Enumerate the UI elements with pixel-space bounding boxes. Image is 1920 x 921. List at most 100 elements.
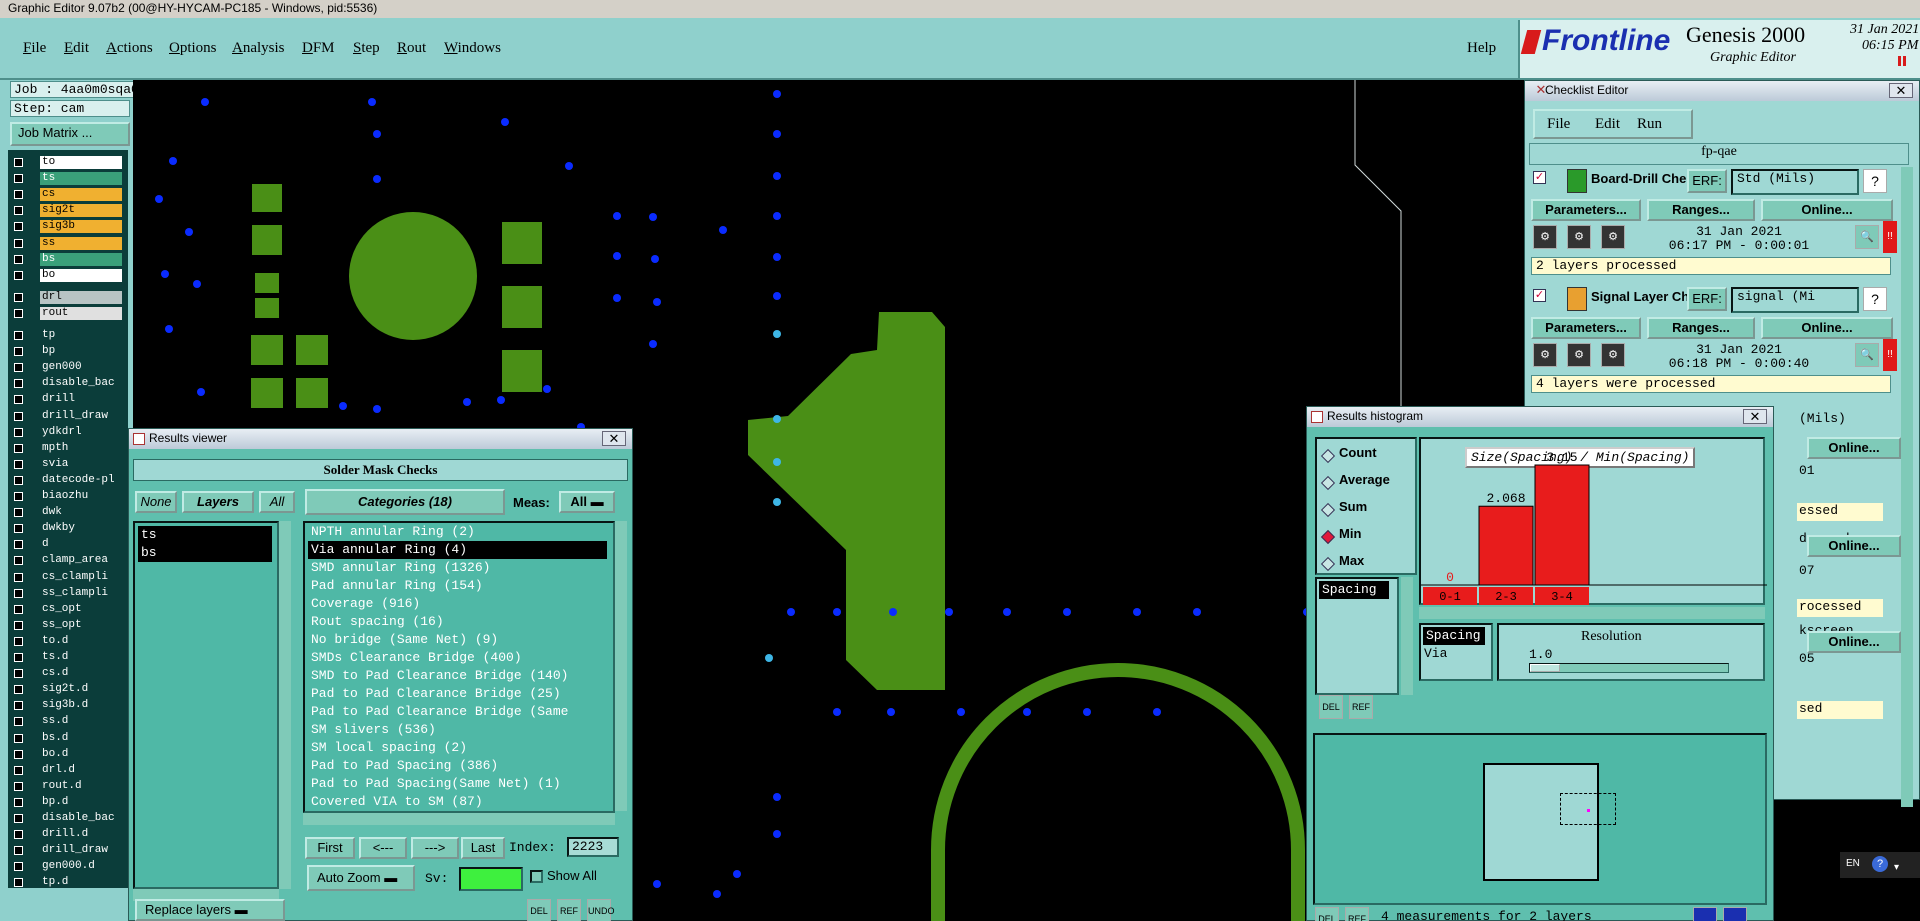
list-item[interactable]: ts <box>138 526 272 544</box>
online-button[interactable]: Online... <box>1761 317 1893 339</box>
layer-checkbox[interactable] <box>14 158 23 167</box>
category-list[interactable]: NPTH annular Ring (2) Via annular Ring (4… <box>303 521 615 813</box>
layer-checkbox[interactable] <box>14 878 23 888</box>
index-input[interactable]: 2223 <box>567 837 619 857</box>
measure-list[interactable]: Spacing <box>1315 577 1399 695</box>
layer-checkbox[interactable] <box>14 492 23 501</box>
layers-icon[interactable] <box>1723 907 1747 921</box>
layer-checkbox[interactable] <box>14 206 23 216</box>
layer-checkbox[interactable] <box>14 395 23 405</box>
layer-checkbox[interactable] <box>14 604 23 614</box>
none-button[interactable]: None <box>135 491 177 513</box>
close-icon[interactable]: ✕ <box>602 431 626 446</box>
category-item[interactable]: Covered VIA to SM (87) <box>308 793 613 811</box>
histogram-scrollbar[interactable] <box>1419 607 1765 619</box>
tray-menu-icon[interactable]: ▾ <box>1894 862 1899 873</box>
online-button[interactable]: Online... <box>1761 199 1893 221</box>
layer-checkbox[interactable] <box>14 508 23 518</box>
layer-checkbox[interactable] <box>14 459 23 469</box>
erf-value[interactable]: Std (Mils) <box>1731 169 1859 195</box>
ranges-button[interactable]: Ranges... <box>1647 317 1755 339</box>
menu-analysis[interactable]: Analysis <box>232 40 285 57</box>
histogram-bar[interactable] <box>1534 464 1590 586</box>
resolution-slider[interactable] <box>1529 663 1729 673</box>
layer-checkbox[interactable] <box>14 174 23 184</box>
ref-icon[interactable]: REF <box>1345 907 1369 921</box>
parameters-button[interactable]: Parameters... <box>1531 317 1641 339</box>
layer-checkbox[interactable] <box>14 781 23 791</box>
zoom-icon[interactable]: 🔍 <box>1855 343 1879 367</box>
menu-file[interactable]: File <box>23 40 46 57</box>
list-item[interactable]: Spacing <box>1319 581 1389 599</box>
layer-checkbox[interactable] <box>14 588 23 598</box>
layer-checkbox[interactable] <box>14 846 23 856</box>
layer-checkbox[interactable] <box>14 222 23 232</box>
help-icon[interactable]: ? <box>1872 856 1888 872</box>
menu-dfm[interactable]: DFM <box>302 40 335 57</box>
menu-rout[interactable]: Rout <box>397 40 426 57</box>
layer-checkbox[interactable] <box>14 443 23 453</box>
category-item[interactable]: Coverage (916) <box>308 595 613 613</box>
layer-scrollbar[interactable] <box>279 521 291 889</box>
layer-checkbox[interactable] <box>14 749 23 759</box>
layer-checkbox[interactable] <box>14 556 23 566</box>
layer-checkbox[interactable] <box>14 701 23 711</box>
mode-radio-count[interactable] <box>1320 448 1336 464</box>
layer-checkbox[interactable] <box>14 254 23 264</box>
category-item[interactable]: Pad annular Ring (154) <box>308 577 613 595</box>
ref-icon[interactable]: REF <box>557 899 581 921</box>
ref-icon[interactable]: REF <box>1349 695 1373 719</box>
layer-checkbox[interactable] <box>14 190 23 200</box>
stop-icon[interactable]: ⚙ <box>1601 343 1625 367</box>
parameters-button[interactable]: Parameters... <box>1531 199 1641 221</box>
category-item[interactable]: SMD annular Ring (1326) <box>308 559 613 577</box>
layer-checkbox[interactable] <box>14 540 23 550</box>
all-button[interactable]: All <box>259 491 295 513</box>
layer-checkbox[interactable] <box>14 411 23 421</box>
show-all-checkbox[interactable] <box>530 870 543 883</box>
menu-edit[interactable]: Edit <box>1595 116 1620 133</box>
stop-icon[interactable]: ⚙ <box>1601 225 1625 249</box>
del-icon[interactable]: DEL <box>1319 695 1343 719</box>
layer-results-list[interactable]: ts bs <box>133 521 279 889</box>
layer-checkbox[interactable] <box>14 685 23 695</box>
erf-label[interactable]: ERF: <box>1687 169 1727 193</box>
erf-value[interactable]: signal (Mi <box>1731 287 1859 313</box>
menu-step[interactable]: Step <box>353 40 380 57</box>
run-all-icon[interactable]: ⚙ <box>1567 343 1591 367</box>
del-icon[interactable]: DEL <box>527 899 551 921</box>
menu-actions[interactable]: Actions <box>106 40 153 57</box>
layer-checkbox[interactable] <box>14 620 23 630</box>
layer-checkbox[interactable] <box>14 308 23 318</box>
help-icon[interactable]: ? <box>1863 287 1887 311</box>
prev-button[interactable]: <--- <box>359 837 407 859</box>
layer-checkbox[interactable] <box>14 862 23 872</box>
layer-checkbox[interactable] <box>14 379 23 389</box>
layer-checkbox[interactable] <box>14 427 23 437</box>
export-icon[interactable] <box>1693 907 1717 921</box>
histogram-bar[interactable] <box>1478 505 1534 586</box>
auto-zoom-select[interactable]: Auto Zoom ▬ <box>307 865 415 891</box>
first-button[interactable]: First <box>305 837 355 859</box>
run-icon[interactable]: ⚙ <box>1533 343 1557 367</box>
help-icon[interactable]: ? <box>1863 169 1887 193</box>
menu-windows[interactable]: Windows <box>444 40 501 57</box>
next-button[interactable]: ---> <box>411 837 459 859</box>
ranges-button[interactable]: Ranges... <box>1647 199 1755 221</box>
category-item[interactable]: Pad to Pad Clearance Bridge (Same <box>308 703 613 721</box>
online-button[interactable]: Online... <box>1807 535 1901 557</box>
layer-checkbox[interactable] <box>14 238 23 248</box>
category-item[interactable]: NPTH annular Ring (2) <box>308 523 613 541</box>
close-icon[interactable]: ✕ <box>1743 409 1767 424</box>
action-checkbox[interactable]: ✓ <box>1533 171 1546 184</box>
category-item[interactable]: Via annular Ring (4) <box>308 541 607 559</box>
mode-radio-sum[interactable] <box>1320 502 1336 518</box>
category-item[interactable]: Rout spacing (16) <box>308 613 613 631</box>
category-item[interactable]: SM slivers (536) <box>308 721 613 739</box>
menu-file[interactable]: File <box>1547 116 1570 133</box>
category-scrollbar[interactable] <box>615 521 627 811</box>
close-icon[interactable]: ✕ <box>1889 83 1913 98</box>
layer-checkbox[interactable] <box>14 347 23 357</box>
category-item[interactable]: SM local spacing (2) <box>308 739 613 757</box>
layer-checkbox[interactable] <box>14 669 23 679</box>
